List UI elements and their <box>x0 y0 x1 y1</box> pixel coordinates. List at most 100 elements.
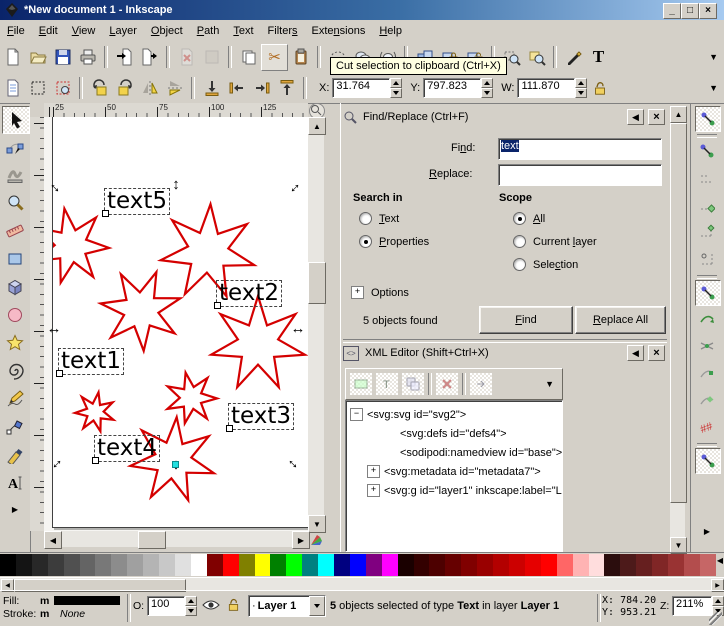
calligraphy-tool-button[interactable] <box>2 442 28 468</box>
snap-bbox-corners-toggle[interactable] <box>695 193 719 217</box>
palette-swatch[interactable] <box>302 554 318 576</box>
panel-collapse-button[interactable]: ◀ <box>627 109 644 125</box>
palette-swatch[interactable] <box>382 554 398 576</box>
palette-swatch[interactable] <box>223 554 239 576</box>
scroll-up-button[interactable]: ▲ <box>308 117 326 135</box>
text-tool-button[interactable]: A <box>2 470 28 496</box>
selection-scale-handle[interactable]: ↔ <box>283 452 306 475</box>
scroll-down-button[interactable]: ▼ <box>308 515 326 533</box>
selection-scale-handle[interactable]: ↔ <box>290 321 306 337</box>
radio-selection[interactable]: Selection <box>513 258 578 271</box>
y-field[interactable]: 797.823 <box>423 78 493 98</box>
radio-current-layer[interactable]: Current layer <box>513 235 597 248</box>
zoom-tool-button[interactable] <box>2 190 28 216</box>
lock-ratio-toggle[interactable] <box>587 76 612 101</box>
scroll-right-button[interactable]: ▶ <box>292 531 310 549</box>
y-spinner[interactable] <box>481 78 493 98</box>
snap-bbox-toggle[interactable] <box>695 139 719 163</box>
palette-swatch[interactable] <box>493 554 509 576</box>
radio-circle[interactable] <box>513 212 526 225</box>
xml-tree[interactable]: −<svg:svg id="svg2"><svg:defs id="defs4"… <box>345 400 563 552</box>
lower-button[interactable] <box>224 76 249 101</box>
dock-scroll-thumb[interactable] <box>670 123 687 503</box>
selector-tool-button[interactable] <box>2 106 30 134</box>
snap-enable-toggle[interactable] <box>695 106 721 132</box>
palette-swatch[interactable] <box>604 554 620 576</box>
copy-button[interactable] <box>236 45 261 70</box>
panel-close-button[interactable]: × <box>648 109 665 125</box>
menu-item[interactable]: Object <box>144 22 190 40</box>
canvas[interactable]: text5text2text1text3text4 ↔↕↔↔↔↔↕↔ <box>44 117 308 531</box>
menu-item[interactable]: Layer <box>102 22 144 40</box>
raise-to-top-button[interactable] <box>274 76 299 101</box>
replace-input[interactable] <box>498 164 662 186</box>
palette-swatch[interactable] <box>191 554 207 576</box>
palette-swatch[interactable] <box>589 554 605 576</box>
palette-swatch[interactable] <box>541 554 557 576</box>
text-dialog-button[interactable]: T <box>586 45 611 70</box>
import-button[interactable] <box>112 45 137 70</box>
selection-scale-handle[interactable]: ↔ <box>45 452 68 475</box>
x-field[interactable]: 31.764 <box>332 78 402 98</box>
snap-bbox-centers-toggle[interactable] <box>695 247 719 271</box>
snap-bbox-midpoints-toggle[interactable] <box>695 220 719 244</box>
spiral-tool-button[interactable] <box>2 358 28 384</box>
star-tool-button[interactable] <box>2 330 28 356</box>
xml-delete-node-button[interactable] <box>436 373 458 395</box>
palette-swatch[interactable] <box>477 554 493 576</box>
palette-swatch[interactable] <box>525 554 541 576</box>
menu-item[interactable]: Edit <box>32 22 65 40</box>
scroll-left-button[interactable]: ◀ <box>44 531 62 549</box>
opacity-spinner[interactable] <box>185 596 197 616</box>
menu-item[interactable]: Filters <box>261 22 305 40</box>
measure-tool-button[interactable] <box>2 218 28 244</box>
rectangle-tool-button[interactable] <box>2 246 28 272</box>
lower-to-bottom-button[interactable] <box>199 76 224 101</box>
ellipse-tool-button[interactable] <box>2 302 28 328</box>
palette-swatch[interactable] <box>350 554 366 576</box>
palette-swatch[interactable] <box>557 554 573 576</box>
cms-adjust-icon[interactable] <box>309 532 324 547</box>
xml-toolbar-dropdown[interactable]: ▼ <box>545 379 554 389</box>
fill-swatch[interactable] <box>54 596 120 605</box>
find-panel-header[interactable]: Find/Replace (Ctrl+F) ◀ × <box>343 106 669 128</box>
radio-circle[interactable] <box>359 235 372 248</box>
title-bar[interactable]: *New document 1 - Inkscape _ □ × <box>0 0 724 20</box>
w-field[interactable]: 111.870 <box>517 78 587 98</box>
selection-scale-handle[interactable]: ↔ <box>46 321 62 337</box>
pencil-tool-button[interactable] <box>2 386 28 412</box>
xml-panel-header[interactable]: <> XML Editor (Shift+Ctrl+X) ◀ × <box>343 342 669 364</box>
find-button[interactable]: Find <box>479 306 573 334</box>
options-expander[interactable]: +Options <box>351 286 409 299</box>
snap-line-midpoints-toggle[interactable]: ## <box>695 415 719 439</box>
palette-swatch[interactable] <box>414 554 430 576</box>
selection-scale-handle[interactable]: ↕ <box>168 177 184 193</box>
xml-tree-row[interactable]: −<svg:svg id="svg2"> <box>346 405 562 424</box>
x-spinner[interactable] <box>390 78 402 98</box>
layer-selector[interactable]: · Layer 1 <box>248 595 326 617</box>
xml-tree-row[interactable]: <svg:defs id="defs4"> <box>346 424 562 443</box>
select-all-button[interactable] <box>0 76 25 101</box>
palette-swatch[interactable] <box>461 554 477 576</box>
palette-swatch[interactable] <box>270 554 286 576</box>
rotate-cw-button[interactable] <box>112 76 137 101</box>
find-input[interactable]: text <box>498 138 662 160</box>
palette-swatch[interactable] <box>398 554 414 576</box>
palette-swatch[interactable] <box>16 554 32 576</box>
toolbar-overflow-arrow[interactable]: ▼ <box>709 83 718 93</box>
palette-swatch[interactable] <box>445 554 461 576</box>
snap-path-intersections-toggle[interactable] <box>695 334 719 358</box>
panel-collapse-button[interactable]: ◀ <box>627 345 644 361</box>
palette-swatch[interactable] <box>95 554 111 576</box>
palette-swatch[interactable] <box>127 554 143 576</box>
bezier-tool-button[interactable] <box>2 414 28 440</box>
close-button[interactable]: × <box>699 3 717 19</box>
open-document-button[interactable] <box>25 45 50 70</box>
palette-swatch[interactable] <box>334 554 350 576</box>
palette-swatch[interactable] <box>366 554 382 576</box>
ruler-vertical[interactable] <box>30 117 45 531</box>
palette-swatch[interactable] <box>239 554 255 576</box>
palette-swatch[interactable] <box>700 554 716 576</box>
canvas-vscrollbar[interactable]: ▲ ▼ <box>308 117 324 531</box>
fill-stroke-dialog-button[interactable] <box>561 45 586 70</box>
